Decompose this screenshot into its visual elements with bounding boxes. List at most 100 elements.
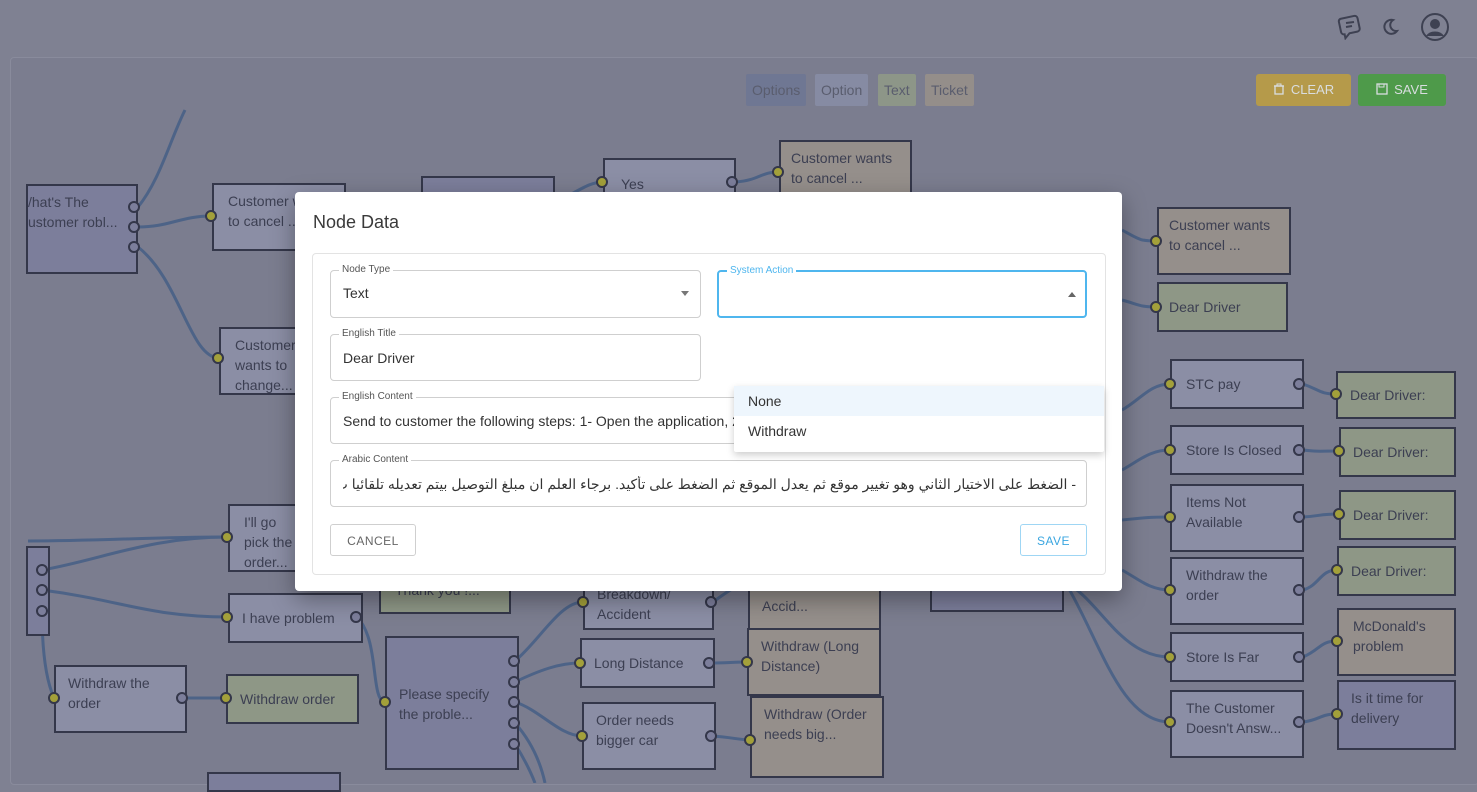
node-port[interactable] (577, 596, 589, 608)
node-port[interactable] (574, 657, 586, 669)
flow-node-ticket[interactable]: Withdraw (Long Distance) (747, 628, 881, 696)
flow-node-question[interactable]: Please specify the proble... (385, 636, 519, 770)
node-port[interactable] (379, 696, 391, 708)
node-port[interactable] (36, 605, 48, 617)
node-port[interactable] (1331, 635, 1343, 647)
node-port[interactable] (1333, 445, 1345, 457)
flow-node-ticket[interactable]: Customer wants to cancel ... (779, 140, 912, 200)
node-port[interactable] (176, 692, 188, 704)
node-port[interactable] (1293, 444, 1305, 456)
flow-node-question[interactable]: Is it time for delivery (1337, 680, 1456, 750)
node-port[interactable] (508, 696, 520, 708)
node-port[interactable] (128, 221, 140, 233)
node-port[interactable] (596, 176, 608, 188)
node-port[interactable] (36, 564, 48, 576)
flow-node-option[interactable]: Items Not Available (1170, 484, 1304, 552)
node-port[interactable] (1164, 716, 1176, 728)
node-port[interactable] (772, 166, 784, 178)
node-port[interactable] (705, 596, 717, 608)
node-label: Withdraw (Order needs big... (764, 706, 867, 742)
arabic-content-label: Arabic Content (339, 454, 412, 466)
node-label: The Customer Doesn't Answ... (1186, 700, 1282, 736)
flow-node-ticket[interactable]: Customer wants to cancel ... (1157, 207, 1291, 275)
node-port[interactable] (1331, 564, 1343, 576)
node-port[interactable] (508, 676, 520, 688)
node-port[interactable] (705, 730, 717, 742)
node-port[interactable] (744, 734, 756, 746)
node-port[interactable] (1164, 378, 1176, 390)
flow-node-option[interactable]: The Customer Doesn't Answ... (1170, 690, 1304, 758)
dropdown-option-none[interactable]: None (734, 386, 1104, 416)
node-port[interactable] (726, 176, 738, 188)
flow-node-question[interactable]: /hat's The ustomer robl... (26, 184, 138, 274)
floppy-icon (1376, 83, 1388, 95)
flow-node-option[interactable]: Store Is Closed (1170, 425, 1304, 475)
node-port[interactable] (741, 656, 753, 668)
node-type-select[interactable]: Node Type Text (330, 264, 701, 318)
dialog-title: Node Data (313, 212, 400, 232)
node-port[interactable] (508, 738, 520, 750)
english-title-field[interactable]: English Title Dear Driver (330, 328, 701, 381)
node-port[interactable] (48, 692, 60, 704)
flow-node-option[interactable]: Long Distance (580, 638, 715, 688)
node-port[interactable] (205, 210, 217, 222)
node-port[interactable] (1293, 651, 1305, 663)
flow-node-option[interactable]: Withdraw the order (1170, 557, 1304, 625)
chevron-down-icon (681, 291, 689, 296)
flow-node-text[interactable]: Dear Driver: (1339, 427, 1456, 477)
node-port[interactable] (36, 584, 48, 596)
flow-node-option[interactable]: Store Is Far (1170, 632, 1304, 682)
node-port[interactable] (1293, 584, 1305, 596)
dropdown-option-withdraw[interactable]: Withdraw (734, 416, 1104, 446)
flow-node-text[interactable]: Dear Driver: (1339, 490, 1456, 540)
flow-node-ticket[interactable]: Withdraw (Order needs big... (750, 696, 884, 778)
node-port[interactable] (1293, 716, 1305, 728)
node-port[interactable] (576, 730, 588, 742)
dialog-form-panel: Node Type Text System Action English Tit… (312, 253, 1106, 575)
node-port[interactable] (703, 657, 715, 669)
node-label: Order needs bigger car (596, 712, 674, 748)
node-port[interactable] (220, 692, 232, 704)
flow-node-option[interactable]: I have problem (228, 593, 363, 643)
node-port[interactable] (1333, 508, 1345, 520)
cancel-button[interactable]: CANCEL (330, 524, 416, 556)
node-port[interactable] (1164, 444, 1176, 456)
arabic-content-field[interactable]: Arabic Content - الضغط على الاختيار الثا… (330, 454, 1087, 507)
node-port[interactable] (1293, 378, 1305, 390)
clear-label: CLEAR (1290, 82, 1335, 97)
node-port[interactable] (128, 201, 140, 213)
flow-node-text[interactable]: Dear Driver: (1336, 371, 1456, 419)
node-port[interactable] (508, 717, 520, 729)
node-port[interactable] (1164, 584, 1176, 596)
flow-node-option[interactable]: Order needs bigger car (582, 702, 716, 770)
node-port[interactable] (212, 352, 224, 364)
node-port[interactable] (221, 611, 233, 623)
system-action-select[interactable]: System Action (717, 265, 1087, 318)
flow-node-text[interactable]: Withdraw order (226, 674, 359, 724)
flow-node-option[interactable]: STC pay (1170, 359, 1304, 409)
node-label: Dear Driver: (1353, 507, 1429, 523)
node-port[interactable] (1330, 388, 1342, 400)
flow-node-option[interactable]: Withdraw the order (54, 665, 187, 733)
node-port[interactable] (508, 655, 520, 667)
save-button[interactable]: SAVE (1020, 524, 1087, 556)
clear-button[interactable]: CLEAR (1256, 74, 1351, 106)
node-label: Store Is Far (1186, 649, 1260, 665)
node-port[interactable] (1150, 235, 1162, 247)
node-port[interactable] (128, 241, 140, 253)
chevron-up-icon (1068, 292, 1076, 297)
node-port[interactable] (1293, 511, 1305, 523)
node-port[interactable] (221, 531, 233, 543)
node-port[interactable] (1150, 301, 1162, 313)
node-port[interactable] (1331, 708, 1343, 720)
node-label: I have problem (242, 610, 335, 626)
flow-node-ticket[interactable]: McDonald's problem (1337, 608, 1456, 676)
save-flow-button[interactable]: SAVE (1358, 74, 1446, 106)
node-port[interactable] (350, 611, 362, 623)
flow-node-question[interactable] (207, 772, 341, 792)
node-port[interactable] (1164, 511, 1176, 523)
flow-node-text[interactable]: Dear Driver: (1337, 546, 1456, 596)
node-port[interactable] (1164, 651, 1176, 663)
flow-node-text[interactable]: Dear Driver (1157, 282, 1288, 332)
node-label: Dear Driver: (1353, 444, 1429, 460)
